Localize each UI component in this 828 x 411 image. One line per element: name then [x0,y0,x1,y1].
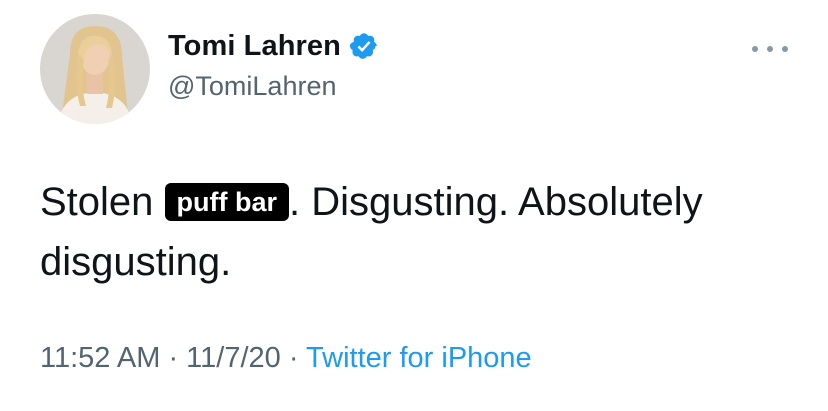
more-options-icon[interactable] [752,40,788,58]
tweet-date[interactable]: 11/7/20 [186,342,281,374]
user-handle[interactable]: @TomiLahren [168,71,379,102]
tweet-text: Stolen puff bar. Disgusting. Absolutely … [40,172,800,292]
meta-separator: · [280,342,307,374]
name-row: Tomi Lahren [168,26,379,66]
tweet-source-link[interactable]: Twitter for iPhone [306,342,532,374]
tweet-text-start: Stolen [40,180,165,224]
tweet-time[interactable]: 11:52 AM [40,342,160,374]
tweet-card: Tomi Lahren @TomiLahren Stolen puff bar.… [0,0,828,411]
avatar-photo [40,14,150,124]
dot [782,46,788,52]
redaction-label: puff bar [164,183,290,221]
display-name[interactable]: Tomi Lahren [168,30,341,63]
avatar[interactable] [40,14,150,124]
dot [767,46,773,52]
tweet-meta: 11:52 AM · 11/7/20 · Twitter for iPhone [40,342,532,375]
verified-badge-icon [349,31,379,61]
dot [752,46,758,52]
meta-separator: · [160,342,187,374]
user-info[interactable]: Tomi Lahren @TomiLahren [168,26,379,102]
